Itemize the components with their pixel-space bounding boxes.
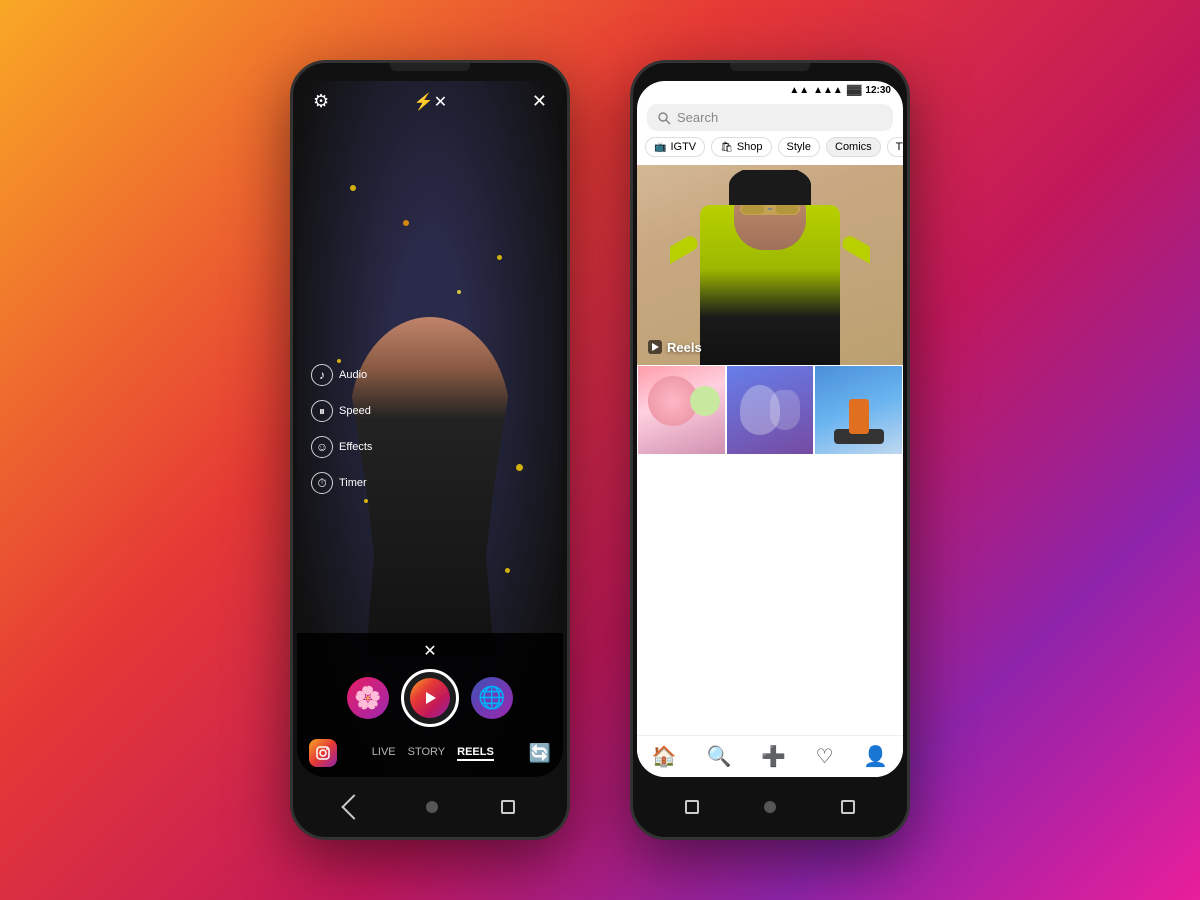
- hair: [729, 170, 811, 205]
- effects-icon: ☺: [311, 436, 333, 458]
- comics-tag-label: Comics: [835, 141, 872, 153]
- mode-tabs: LIVE STORY REELS: [372, 746, 494, 761]
- status-bar: ▲▲ ▲▲▲ ▓▓ 12:30: [637, 81, 903, 100]
- camera-screen: ⚙ ⚡✕ ✕ ♪ Audio ⏸ Speed ☺ Effects: [297, 81, 563, 777]
- timer-menu-item[interactable]: ⏱ Timer: [311, 472, 372, 494]
- right-arm: [840, 234, 870, 272]
- left-phone-screen: ⚙ ⚡✕ ✕ ♪ Audio ⏸ Speed ☺ Effects: [297, 81, 563, 777]
- reels-label-text: Reels: [667, 340, 702, 355]
- dismiss-button[interactable]: ✕: [297, 641, 563, 661]
- search-nav-icon[interactable]: 🔍: [706, 744, 731, 769]
- search-placeholder-text: Search: [677, 110, 718, 125]
- profile-nav-icon[interactable]: 👤: [863, 744, 888, 769]
- tv-movies-tag-label: TV & Movies: [896, 141, 903, 153]
- shutter-row: 🌸 🌐: [297, 669, 563, 727]
- tag-tv-movies[interactable]: TV & Movies: [887, 137, 903, 157]
- right-phone-screen: ▲▲ ▲▲▲ ▓▓ 12:30 Search 📺 IGTV: [637, 81, 903, 777]
- reels-badge: Reels: [647, 339, 702, 355]
- signal-icon: ▲▲▲: [813, 85, 843, 96]
- camera-side-menu: ♪ Audio ⏸ Speed ☺ Effects ⏱ Timer: [311, 364, 372, 494]
- time-display: 12:30: [865, 85, 891, 96]
- shutter-button[interactable]: [401, 669, 459, 727]
- home-button-right[interactable]: [764, 801, 776, 813]
- camera-controls: ✕ 🌸 🌐: [297, 633, 563, 777]
- speed-menu-item[interactable]: ⏸ Speed: [311, 400, 372, 422]
- thumb-flowers[interactable]: [637, 365, 726, 455]
- battery-icon: ▓▓: [847, 85, 862, 96]
- thumb-skate[interactable]: [814, 365, 903, 455]
- mode-row: LIVE STORY REELS 🔄: [297, 735, 563, 771]
- instagram-icon: [315, 745, 331, 761]
- back-button-right[interactable]: [841, 800, 855, 814]
- flash-icon[interactable]: ⚡✕: [414, 92, 447, 112]
- activity-nav-icon[interactable]: ♡: [816, 744, 834, 769]
- left-arm: [670, 234, 700, 272]
- igtv-tag-label: IGTV: [670, 141, 696, 153]
- person-subject: [350, 317, 510, 657]
- speed-icon: ⏸: [311, 400, 333, 422]
- recents-button[interactable]: [501, 800, 515, 814]
- home-button[interactable]: [426, 801, 438, 813]
- settings-icon[interactable]: ⚙: [313, 91, 329, 112]
- effect-1-button[interactable]: 🌸: [347, 677, 389, 719]
- person-head: [734, 175, 806, 250]
- shutter-inner: [410, 678, 450, 718]
- instagram-badge: [309, 739, 337, 767]
- audio-menu-item[interactable]: ♪ Audio: [311, 364, 372, 386]
- tag-style[interactable]: Style: [778, 137, 820, 157]
- effects-label: Effects: [339, 441, 372, 453]
- audio-label: Audio: [339, 369, 367, 381]
- style-tag-label: Style: [787, 141, 811, 153]
- search-icon: [657, 111, 671, 125]
- speed-label: Speed: [339, 405, 371, 417]
- flip-camera-icon[interactable]: 🔄: [529, 743, 551, 764]
- mode-reels[interactable]: REELS: [457, 746, 494, 761]
- mode-live[interactable]: LIVE: [372, 746, 396, 761]
- person-container: [670, 170, 870, 365]
- reels-badge-icon: [647, 339, 663, 355]
- tag-igtv[interactable]: 📺 IGTV: [645, 137, 705, 157]
- recents-button-right[interactable]: [685, 800, 699, 814]
- timer-icon: ⏱: [311, 472, 333, 494]
- thumb-couple[interactable]: [726, 365, 815, 455]
- mode-story[interactable]: STORY: [408, 746, 446, 761]
- timer-label: Timer: [339, 477, 367, 489]
- bottom-navigation: 🏠 🔍 ➕ ♡ 👤: [637, 735, 903, 777]
- home-nav-icon[interactable]: 🏠: [652, 744, 677, 769]
- right-nav-bar: [633, 777, 907, 837]
- tag-comics[interactable]: Comics: [826, 137, 881, 157]
- reels-icon: [420, 688, 440, 708]
- thumbnail-row: [637, 365, 903, 455]
- filter-tags-row: 📺 IGTV 🛍 Shop Style Comics TV & Movies: [637, 137, 903, 165]
- main-reel-video[interactable]: Reels: [637, 165, 903, 365]
- explore-screen: ▲▲ ▲▲▲ ▓▓ 12:30 Search 📺 IGTV: [637, 81, 903, 777]
- tag-shop[interactable]: 🛍 Shop: [711, 137, 771, 157]
- shop-tag-icon: 🛍: [720, 142, 733, 153]
- audio-icon: ♪: [311, 364, 333, 386]
- right-phone: ▲▲ ▲▲▲ ▓▓ 12:30 Search 📺 IGTV: [630, 60, 910, 840]
- effects-menu-item[interactable]: ☺ Effects: [311, 436, 372, 458]
- add-nav-icon[interactable]: ➕: [761, 744, 786, 769]
- left-nav-bar: [293, 777, 567, 837]
- camera-top-bar: ⚙ ⚡✕ ✕: [297, 91, 563, 112]
- effect-2-button[interactable]: 🌐: [471, 677, 513, 719]
- wifi-icon: ▲▲: [789, 85, 809, 96]
- close-icon[interactable]: ✕: [532, 91, 547, 112]
- left-phone: ⚙ ⚡✕ ✕ ♪ Audio ⏸ Speed ☺ Effects: [290, 60, 570, 840]
- shop-tag-label: Shop: [737, 141, 763, 153]
- igtv-tag-icon: 📺: [654, 142, 666, 153]
- explore-content: Reels: [637, 165, 903, 735]
- back-button[interactable]: [341, 794, 366, 819]
- search-bar[interactable]: Search: [647, 104, 893, 131]
